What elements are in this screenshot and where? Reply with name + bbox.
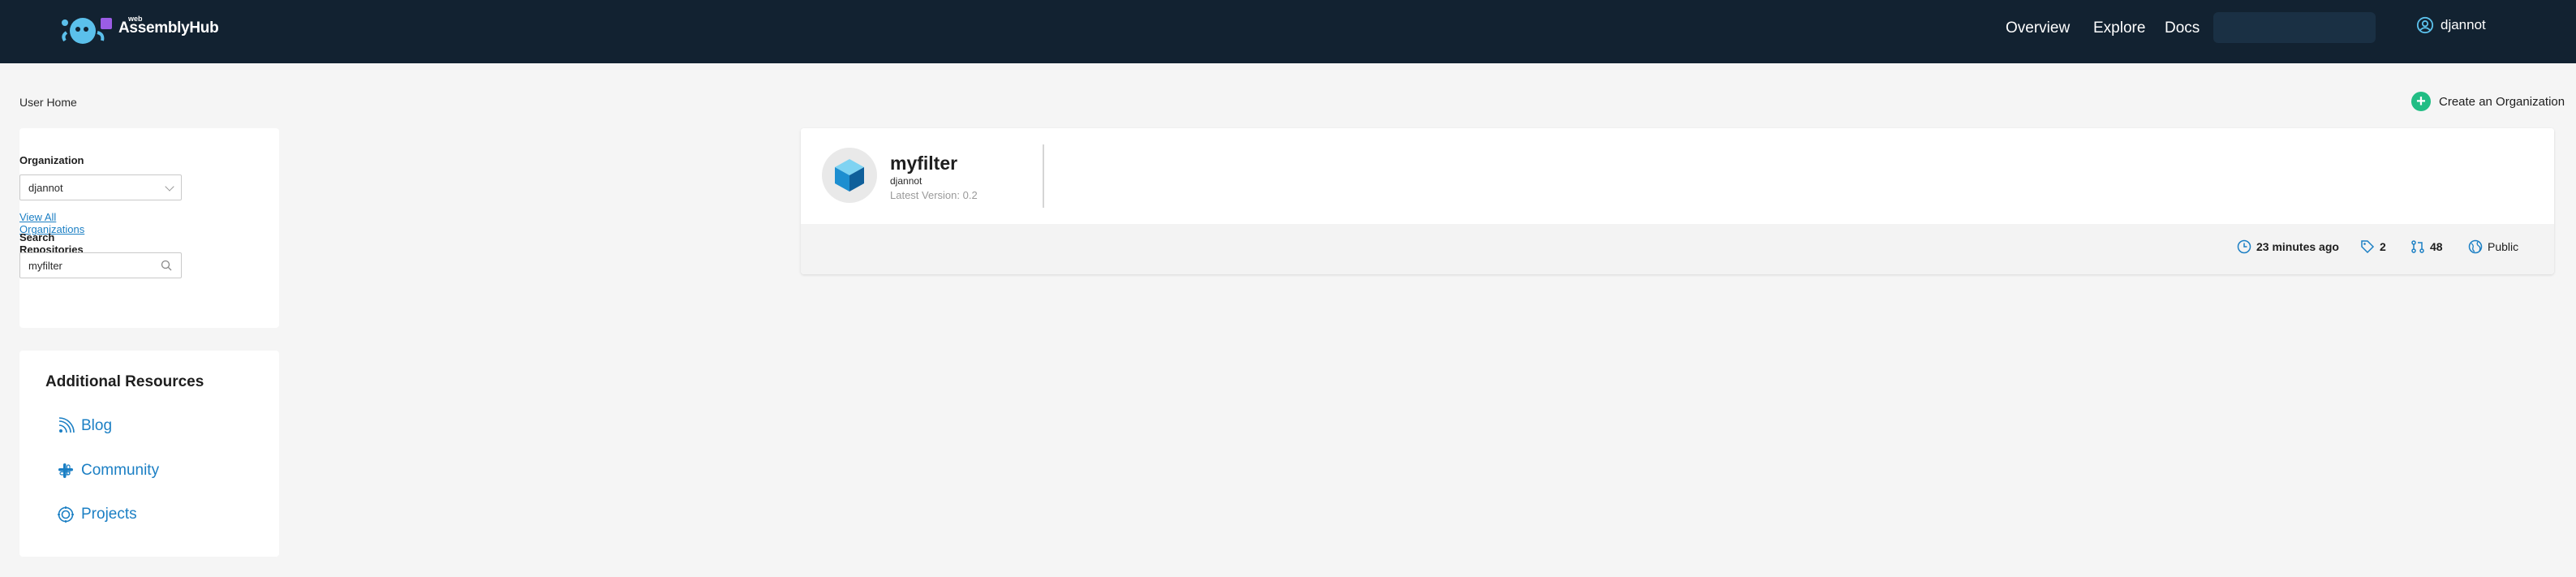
globe-icon [2468, 239, 2483, 254]
nav-docs[interactable]: Docs [2165, 19, 2200, 37]
repository-stats-bar: 23 minutes ago 2 48 Public [801, 224, 2554, 274]
repository-updated: 23 minutes ago [2237, 239, 2339, 254]
repository-avatar [822, 148, 877, 203]
username-label: djannot [2441, 17, 2486, 32]
search-repositories-input[interactable] [19, 252, 182, 278]
filter-panel: Organization djannot View All Organizati… [19, 128, 279, 328]
logo-wordmark: AssemblyHub [118, 19, 219, 37]
repository-updated-text: 23 minutes ago [2256, 240, 2339, 253]
repository-card[interactable]: myfilter djannot Latest Version: 0.2 23 … [801, 128, 2554, 274]
rss-icon [58, 417, 75, 433]
breadcrumb: User Home [19, 96, 77, 109]
create-organization-label: Create an Organization [2439, 94, 2565, 109]
repository-tags-count: 2 [2380, 240, 2386, 253]
resource-label-community: Community [81, 462, 160, 479]
resource-link-community[interactable]: Community [57, 462, 159, 480]
cube-icon [835, 159, 864, 192]
repository-downloads-count: 48 [2430, 240, 2443, 253]
resource-label-blog: Blog [81, 417, 113, 434]
projects-icon [58, 506, 74, 523]
resource-label-projects: Projects [81, 506, 137, 523]
repository-card-header: myfilter djannot Latest Version: 0.2 [801, 128, 2554, 224]
repository-visibility: Public [2468, 239, 2518, 254]
chevron-down-icon [165, 182, 174, 192]
assemblyhub-logo[interactable]: web AssemblyHub [58, 11, 237, 50]
search-icon[interactable] [161, 260, 172, 271]
repository-divider [1043, 144, 1044, 208]
resource-link-blog[interactable]: Blog [57, 417, 112, 435]
octopus-logo-icon [62, 18, 112, 44]
repository-visibility-text: Public [2488, 240, 2519, 253]
user-menu[interactable]: djannot [2416, 16, 2486, 34]
additional-resources-panel: Additional Resources Blog Community Proj… [19, 351, 279, 557]
user-avatar-icon [2416, 16, 2434, 34]
slack-icon [58, 463, 73, 478]
pull-icon [2411, 240, 2424, 253]
organization-select-value: djannot [28, 181, 63, 194]
create-organization-button[interactable]: + Create an Organization [2411, 92, 2565, 111]
organization-select[interactable]: djannot [19, 174, 182, 200]
repository-owner: djannot [890, 175, 922, 187]
plus-icon: + [2411, 92, 2431, 111]
repository-tags: 2 [2360, 239, 2386, 254]
top-navigation-bar: web AssemblyHub Overview Explore Docs dj… [0, 0, 2576, 63]
nav-overview[interactable]: Overview [2006, 19, 2070, 37]
repository-downloads: 48 [2410, 239, 2443, 254]
additional-resources-title: Additional Resources [45, 373, 204, 390]
nav-explore[interactable]: Explore [2093, 19, 2145, 37]
resource-link-projects[interactable]: Projects [57, 506, 137, 523]
tag-icon [2361, 240, 2375, 254]
header-search-input[interactable] [2213, 12, 2376, 43]
organization-label: Organization [19, 154, 84, 166]
repository-version: Latest Version: 0.2 [890, 189, 978, 201]
repository-name[interactable]: myfilter [890, 153, 957, 174]
clock-icon [2237, 239, 2251, 254]
